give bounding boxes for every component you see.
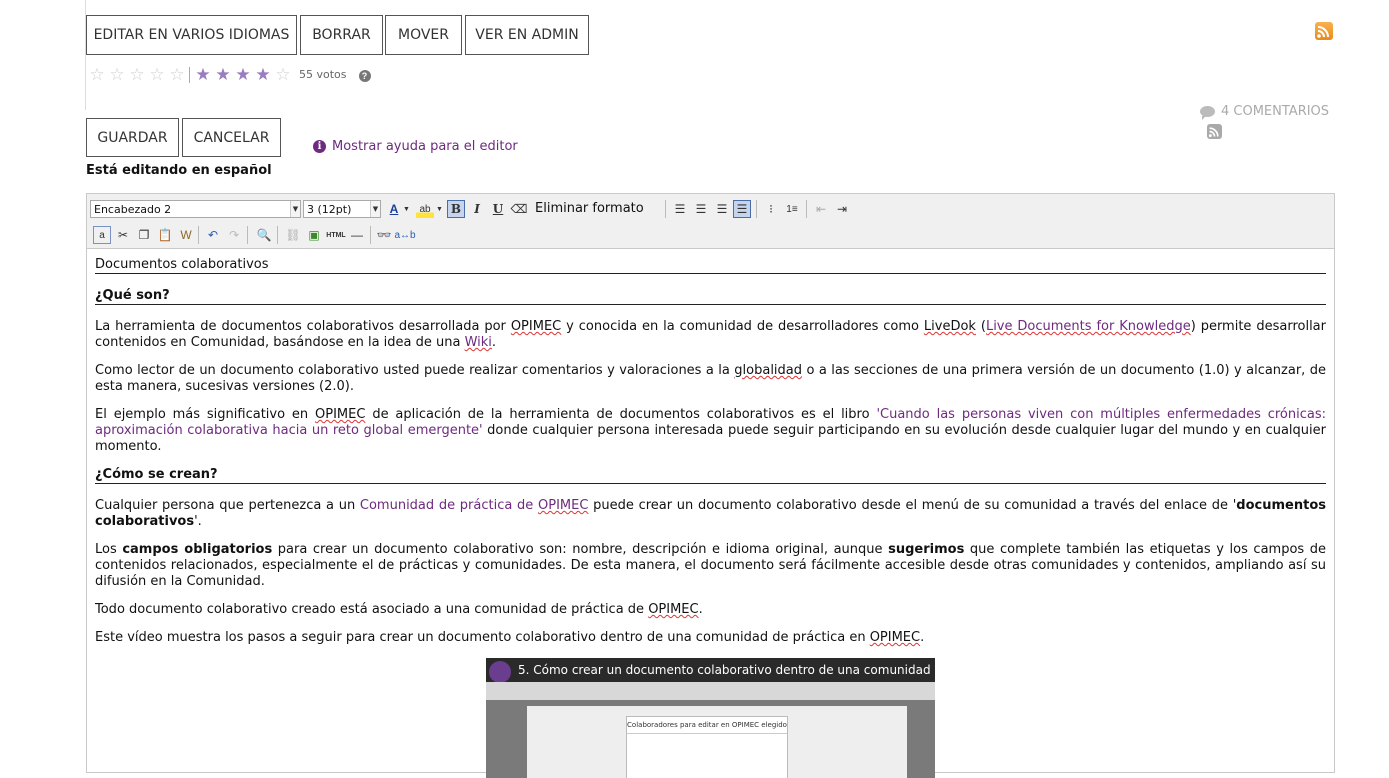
editor-toolbar: Encabezado 2 ▼ 3 (12pt) ▼ A ▼ ab ▼ B I U… <box>87 194 1334 249</box>
find-replace-icon[interactable]: 🔍 <box>255 226 273 244</box>
outdent-icon[interactable]: ⇤ <box>812 200 830 218</box>
user-star-5-icon[interactable]: ☆ <box>167 66 187 83</box>
avg-star-5-icon: ☆ <box>275 65 291 84</box>
format-select-value: Encabezado 2 <box>94 203 172 216</box>
align-left-icon[interactable]: ☰ <box>671 200 689 218</box>
edit-languages-button[interactable]: EDITAR EN VARIOS IDIOMAS <box>86 15 297 55</box>
avg-star-2-icon: ★ <box>215 65 231 84</box>
font-color-dropdown-icon[interactable]: ▼ <box>402 200 411 218</box>
delete-button[interactable]: BORRAR <box>300 15 383 55</box>
paste-word-icon[interactable]: W <box>177 226 195 244</box>
align-right-icon[interactable]: ☰ <box>713 200 731 218</box>
copy-icon[interactable]: ❐ <box>135 226 153 244</box>
toolbar-separator <box>370 226 371 244</box>
select-all-icon[interactable]: a <box>93 226 111 244</box>
undo-icon[interactable]: ↶ <box>204 226 222 244</box>
paragraph-1: La herramienta de documentos colaborativ… <box>95 319 1326 350</box>
avg-star-3-icon: ★ <box>235 65 251 84</box>
font-color-icon[interactable]: A <box>385 200 403 218</box>
paragraph-6: Todo documento colaborativo creado está … <box>95 602 703 617</box>
toolbar-separator <box>247 226 248 244</box>
toolbar-separator <box>756 200 757 218</box>
editing-language-label: Está editando en español <box>86 163 272 178</box>
editor-content[interactable]: Documentos colaborativos ¿Qué son? La he… <box>87 249 1334 778</box>
format-select[interactable]: Encabezado 2 ▼ <box>90 200 301 218</box>
user-star-4-icon[interactable]: ☆ <box>147 66 167 83</box>
paste-icon[interactable]: 📋 <box>156 226 174 244</box>
video-dialog-preview: Colaboradores para editar en OPIMEC eleg… <box>626 716 788 778</box>
community-link[interactable]: Comunidad de práctica de OPIMEC <box>360 498 589 513</box>
avg-star-4-icon: ★ <box>255 65 271 84</box>
highlight-dropdown-icon[interactable]: ▼ <box>435 200 444 218</box>
binoculars-icon[interactable]: 👓 <box>375 226 393 244</box>
livedok-link[interactable]: Live Documents for Knowledge <box>986 319 1191 334</box>
align-center-icon[interactable]: ☰ <box>692 200 710 218</box>
image-icon[interactable]: ▣ <box>305 226 323 244</box>
paragraph-2: Como lector de un documento colaborativo… <box>95 363 1326 394</box>
rss-feed-icon[interactable] <box>1315 22 1333 40</box>
indent-icon[interactable]: ⇥ <box>833 200 851 218</box>
wiki-link[interactable]: Wiki <box>465 335 492 350</box>
cancel-button[interactable]: CANCELAR <box>182 118 281 157</box>
html-source-button[interactable]: HTML <box>325 226 347 244</box>
rating-divider <box>189 66 190 83</box>
user-star-1-icon[interactable]: ☆ <box>87 66 107 83</box>
info-icon: i <box>313 140 326 153</box>
paragraph-4: Cualquier persona que pertenezca a un Co… <box>95 498 1326 529</box>
save-button[interactable]: GUARDAR <box>86 118 179 157</box>
toolbar-separator <box>806 200 807 218</box>
video-browser-bar <box>486 682 935 700</box>
help-link-label: Mostrar ayuda para el editor <box>332 139 518 154</box>
rating-widget: ☆ ☆ ☆ ☆ ☆ ★ ★ ★ ★ ☆ 55 votos ? <box>87 66 371 83</box>
replace-icon[interactable]: a↔b <box>394 226 415 244</box>
italic-icon[interactable]: I <box>468 200 486 218</box>
video-inner-title: Colaboradores para editar en OPIMEC eleg… <box>627 717 787 734</box>
redo-icon[interactable]: ↷ <box>225 226 243 244</box>
channel-logo-icon <box>489 661 511 683</box>
font-size-select-value: 3 (12pt) <box>307 203 352 216</box>
cut-icon[interactable]: ✂ <box>114 226 132 244</box>
bold-icon[interactable]: B <box>447 200 465 218</box>
font-size-select[interactable]: 3 (12pt) ▼ <box>303 200 381 218</box>
chevron-down-icon: ▼ <box>370 201 380 217</box>
eraser-icon[interactable]: ⌫ <box>510 200 528 218</box>
help-question-icon[interactable]: ? <box>358 70 371 82</box>
toolbar-separator <box>665 200 666 218</box>
embedded-video[interactable]: 5. Cómo crear un documento colaborativo … <box>486 658 935 778</box>
rich-text-editor: Encabezado 2 ▼ 3 (12pt) ▼ A ▼ ab ▼ B I U… <box>86 193 1335 778</box>
horizontal-rule-icon[interactable]: — <box>348 226 366 244</box>
user-star-2-icon[interactable]: ☆ <box>107 66 127 83</box>
link-icon[interactable]: ⛓ <box>284 226 302 244</box>
show-editor-help-link[interactable]: i Mostrar ayuda para el editor <box>313 139 518 154</box>
heading-how-created: ¿Cómo se crean? <box>95 467 1326 484</box>
underline-icon[interactable]: U <box>489 200 507 218</box>
numbered-list-icon[interactable]: 1≡ <box>783 200 801 218</box>
move-button[interactable]: MOVER <box>385 15 462 55</box>
comments-rss-icon[interactable] <box>1207 124 1222 139</box>
paragraph-5: Los campos obligatorios para crear un do… <box>95 542 1327 589</box>
document-title: Documentos colaborativos <box>95 257 1326 274</box>
toolbar-separator <box>277 226 278 244</box>
video-title: 5. Cómo crear un documento colaborativo … <box>518 663 935 677</box>
paragraph-7: Este vídeo muestra los pasos a seguir pa… <box>95 630 925 645</box>
highlight-color-icon[interactable]: ab <box>416 200 434 218</box>
remove-format-button[interactable]: Eliminar formato <box>535 200 644 218</box>
heading-what-are: ¿Qué son? <box>95 288 1326 305</box>
view-admin-button[interactable]: VER EN ADMIN <box>465 15 589 55</box>
chevron-down-icon: ▼ <box>290 201 300 217</box>
comments-link[interactable]: 4 COMENTARIOS <box>1200 104 1330 120</box>
comments-count: 4 COMENTARIOS <box>1221 104 1330 119</box>
votes-count: 55 votos <box>299 68 347 81</box>
paragraph-3: El ejemplo más significativo en OPIMEC d… <box>95 407 1326 454</box>
bullet-list-icon[interactable]: ⁝ <box>762 200 780 218</box>
avg-star-1-icon: ★ <box>195 65 211 84</box>
align-justify-icon[interactable]: ☰ <box>733 200 751 218</box>
toolbar-separator <box>198 226 199 244</box>
user-star-3-icon[interactable]: ☆ <box>127 66 147 83</box>
comment-bubble-icon <box>1200 106 1215 120</box>
